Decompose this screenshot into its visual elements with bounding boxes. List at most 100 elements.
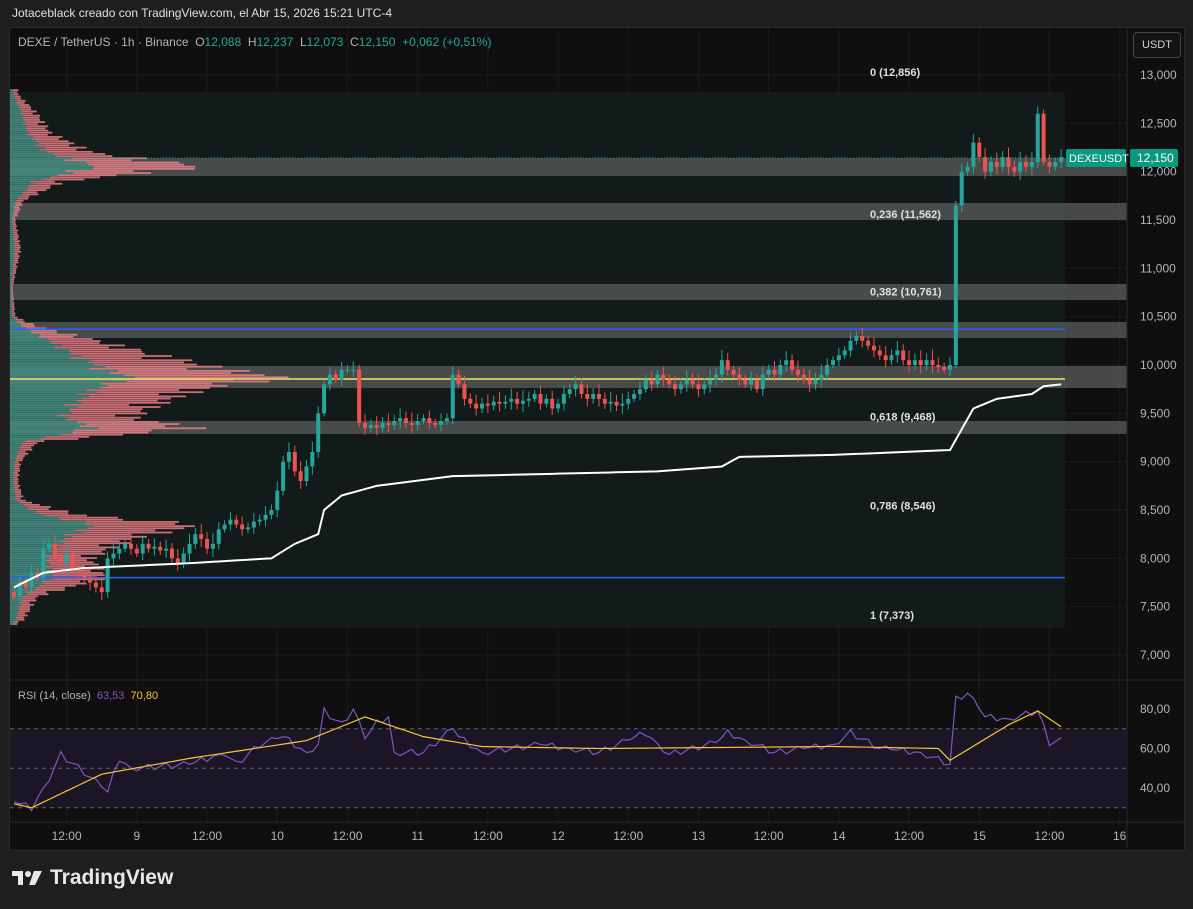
volume-bar-up <box>10 123 23 126</box>
volume-bar-up <box>10 506 29 508</box>
candle-down <box>146 543 151 549</box>
candle-up <box>708 379 713 385</box>
price-tick-label: 7,000 <box>1140 648 1170 662</box>
volume-bar-up <box>10 178 44 181</box>
time-axis[interactable]: 12:00 9 12:00 10 12:00 11 12:00 12 12:00 13 12:00 1… <box>52 829 1127 843</box>
volume-bar-up <box>10 350 70 353</box>
volume-bar-up <box>10 236 14 238</box>
candle-up <box>959 171 964 206</box>
candle-up <box>222 524 227 530</box>
rsi-legend: RSI (14, close) 63,53 70,80 <box>18 690 158 702</box>
candle-down <box>614 401 619 406</box>
volume-bar-up <box>10 278 12 281</box>
candle-down <box>515 398 520 404</box>
volume-bar-up <box>10 210 14 213</box>
candle-up <box>398 418 403 422</box>
low-value: 12,073 <box>306 35 344 49</box>
candle-down <box>597 394 601 399</box>
currency-button[interactable]: USDT <box>1133 32 1181 58</box>
candle-down <box>12 592 16 598</box>
volume-bar-up <box>10 274 13 277</box>
fib-label: 0,382 (10,761) <box>870 286 942 298</box>
candle-up <box>152 546 157 549</box>
volume-bar-up <box>10 399 77 402</box>
open-value: 12,088 <box>204 35 242 49</box>
candle-up <box>965 166 970 172</box>
candle-down <box>860 336 865 341</box>
candle-up <box>251 521 256 528</box>
candle-up <box>351 369 356 371</box>
candle-down <box>88 577 93 583</box>
volume-bar-up <box>10 155 57 158</box>
volume-bar-up <box>10 304 12 306</box>
price-tick-label: 13,000 <box>1140 68 1177 82</box>
volume-bar-up <box>10 170 66 172</box>
volume-bar-up <box>10 250 15 253</box>
candle-down <box>901 350 906 361</box>
candle-down <box>333 374 338 380</box>
time-tick-label: 12:00 <box>52 829 82 843</box>
fib-label: 0,236 (11,562) <box>870 209 941 221</box>
volume-bar-up <box>10 484 15 487</box>
volume-bar-up <box>10 472 14 474</box>
rsi-title[interactable]: RSI (14, close) <box>18 690 91 702</box>
volume-bar-up <box>10 446 20 449</box>
volume-bar-up <box>10 552 53 555</box>
volume-bar-up <box>10 187 29 189</box>
volume-bar-up <box>10 284 12 287</box>
price-chart[interactable]: 0 (12,856) 0,236 (11,562) 0,382 (10,761) 0,… <box>0 0 1193 909</box>
volume-bar-up <box>10 435 46 438</box>
volume-bar-up <box>10 140 37 143</box>
volume-bar-up <box>10 233 14 236</box>
time-tick-label: 14 <box>832 829 846 843</box>
volume-bar-up <box>10 433 61 436</box>
volume-bar-up <box>10 91 14 94</box>
volume-bar-up <box>10 508 28 511</box>
volume-bar-up <box>10 501 20 504</box>
rsi-pane[interactable]: 80,00 60,00 40,00 <box>10 692 1170 812</box>
candle-up <box>567 389 572 395</box>
candle-down <box>1012 166 1017 172</box>
volume-bar-up <box>10 565 44 568</box>
volume-bar-up <box>10 95 15 98</box>
volume-bar-up <box>10 457 16 459</box>
symbol-title[interactable]: DEXE / TetherUS · 1h · Binance <box>18 35 189 49</box>
volume-bar-up <box>10 410 69 413</box>
candle-down <box>298 471 303 482</box>
volume-bar-up <box>10 301 12 304</box>
high-value: 12,237 <box>256 35 294 49</box>
time-tick-label: 10 <box>271 829 285 843</box>
candle-up <box>345 369 350 371</box>
candle-up <box>1029 162 1034 167</box>
volume-bar-up <box>10 110 23 113</box>
volume-bar-up <box>10 495 16 498</box>
candle-up <box>47 543 52 549</box>
candle-up <box>520 400 525 404</box>
candle-up <box>105 558 110 593</box>
volume-bar-up <box>10 93 14 96</box>
volume-bar-up <box>10 474 15 477</box>
volume-bar-up <box>10 280 12 283</box>
tradingview-logo[interactable]: TradingView <box>12 866 173 890</box>
volume-bar-up <box>10 363 95 366</box>
candle-down <box>175 558 180 564</box>
volume-bar-up <box>10 461 14 464</box>
candle-up <box>889 355 894 361</box>
volume-bar-up <box>10 265 14 268</box>
volume-bar-up <box>10 444 21 447</box>
volume-bar-up <box>10 367 90 370</box>
volume-bar-up <box>10 142 39 145</box>
high-label: H <box>247 35 257 49</box>
candle-up <box>912 360 917 366</box>
volume-bar-up <box>10 510 37 513</box>
candle-down <box>474 403 479 409</box>
zone-band <box>10 202 1127 221</box>
candle-down <box>468 398 473 404</box>
candle-up <box>1053 162 1058 167</box>
volume-bar-up <box>10 212 14 215</box>
volume-bar-up <box>10 469 15 472</box>
candle-down <box>579 384 584 395</box>
candle-down <box>737 374 742 380</box>
time-tick-label: 12:00 <box>894 829 924 843</box>
candle-up <box>392 421 397 425</box>
